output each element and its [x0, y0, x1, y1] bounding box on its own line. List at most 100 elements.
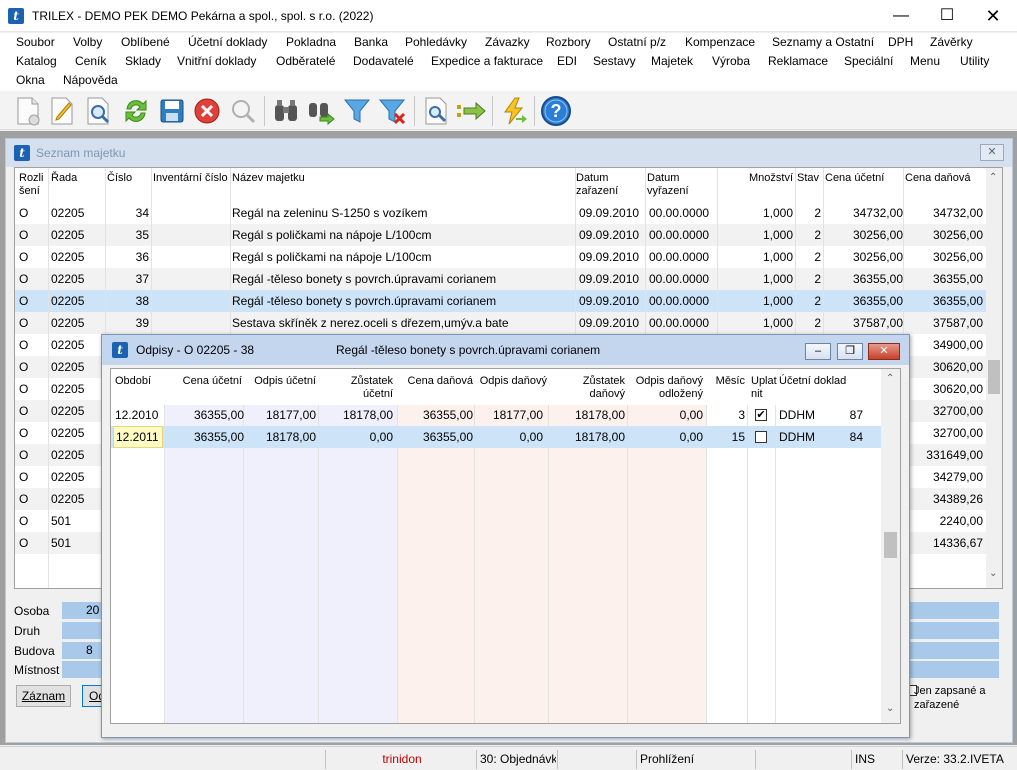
col-mnozstvi[interactable]: Množství: [741, 172, 793, 185]
menu-item-row2-11[interactable]: Reklamace: [768, 54, 828, 68]
col-odpis-danovy[interactable]: Odpis daňový: [475, 375, 547, 388]
menu-item-row2-13[interactable]: Menu: [910, 54, 940, 68]
table-row[interactable]: O 02205 34 Regál na zeleninu S-1250 s vozík…: [15, 202, 986, 224]
col-cislo[interactable]: Číslo: [107, 172, 132, 185]
menu-item-row2-7[interactable]: EDI: [557, 54, 577, 68]
menu-item-row1-4[interactable]: Pokladna: [286, 35, 336, 49]
col-cena-ucetni[interactable]: Cena účetní: [166, 375, 242, 388]
depreciation-close-button[interactable]: ✕: [868, 343, 900, 360]
menu-item-row2-5[interactable]: Dodavatelé: [353, 54, 414, 68]
asset-list-close-button[interactable]: ✕: [980, 144, 1004, 161]
save-icon[interactable]: [156, 95, 188, 127]
menu-item-row2-3[interactable]: Vnitřní doklady: [177, 54, 256, 68]
uplatnit-checkbox[interactable]: [755, 431, 767, 443]
table-row[interactable]: 12.2010 36355,00 18177,00 18178,00 36355,00 1…: [111, 404, 881, 426]
menu-item-row3-1[interactable]: Nápověda: [63, 73, 118, 87]
table-row[interactable]: O 02205 39 Sestava skříněk z nerez.oceli s …: [15, 312, 986, 334]
maximize-button[interactable]: ☐: [924, 0, 970, 32]
refresh-icon[interactable]: [120, 95, 152, 127]
help-icon[interactable]: ?: [540, 95, 572, 127]
col-datum-vyrazeni[interactable]: Datum vyřazení: [647, 172, 703, 198]
table-row[interactable]: 12.2011 36355,00 18178,00 0,00 36355,00 0,00 1…: [111, 426, 881, 448]
menu-item-row1-11[interactable]: Seznamy a Ostatní: [772, 35, 874, 49]
status-empty: [557, 750, 635, 769]
col-odpis-odlozeny[interactable]: Odpis daňový odložený: [633, 375, 703, 401]
col-rozliseni[interactable]: Rozli šení: [19, 172, 47, 198]
menu-item-row1-0[interactable]: Soubor: [16, 35, 55, 49]
cell-dv: 00.00.0000: [649, 250, 710, 264]
depreciation-table[interactable]: Období Cena účetní Odpis účetní Zůstatek…: [110, 368, 901, 724]
scroll-up-icon[interactable]: ⌃: [989, 172, 997, 183]
col-inventarni[interactable]: Inventární číslo: [153, 172, 228, 185]
filter-clear-icon[interactable]: [377, 95, 409, 127]
menu-item-row2-8[interactable]: Sestavy: [593, 54, 636, 68]
menu-item-row1-12[interactable]: DPH: [888, 35, 913, 49]
search-icon[interactable]: [227, 95, 259, 127]
col-obdobi[interactable]: Období: [115, 375, 151, 388]
col-cena-ucetni[interactable]: Cena účetní: [825, 172, 884, 185]
menu-item-row2-9[interactable]: Majetek: [651, 54, 693, 68]
col-datum-zarazeni[interactable]: Datum zařazení: [576, 172, 632, 198]
col-nazev[interactable]: Název majetku: [232, 172, 305, 185]
depreciation-scroll-thumb[interactable]: [884, 532, 897, 558]
table-row[interactable]: O 02205 38 Regál -těleso bonety s povrch.úp…: [15, 290, 986, 312]
col-odpis-ucetni[interactable]: Odpis účetní: [244, 375, 316, 388]
menu-item-row2-12[interactable]: Speciální: [844, 54, 893, 68]
menu-item-row1-6[interactable]: Pohledávky: [405, 35, 467, 49]
menu-item-row1-3[interactable]: Účetní doklady: [188, 35, 267, 49]
asset-table-scroll-thumb[interactable]: [988, 360, 1000, 394]
col-cena-danova[interactable]: Cena daňová: [399, 375, 473, 388]
col-rada[interactable]: Řada: [51, 172, 77, 185]
menu-item-row1-5[interactable]: Banka: [354, 35, 388, 49]
menu-item-row2-4[interactable]: Odběratelé: [276, 54, 335, 68]
table-row[interactable]: O 02205 36 Regál s poličkami na nápoje L/10…: [15, 246, 986, 268]
col-uplatnit[interactable]: Uplat nit: [751, 375, 777, 401]
cell-obdobi[interactable]: 12.2011: [113, 426, 163, 448]
menu-item-row1-13[interactable]: Závěrky: [930, 35, 973, 49]
window-app-icon: t: [14, 145, 30, 161]
col-mesic[interactable]: Měsíc: [709, 375, 745, 388]
close-button[interactable]: ✕: [970, 0, 1016, 32]
binoculars-next-icon[interactable]: [305, 95, 337, 127]
uplatnit-checkbox[interactable]: ✔: [755, 409, 767, 421]
minimize-button[interactable]: —: [878, 0, 924, 32]
scroll-down-icon[interactable]: ⌄: [989, 568, 997, 579]
col-stav[interactable]: Stav: [797, 172, 819, 185]
edit-document-icon[interactable]: [46, 95, 78, 127]
preview-document-icon[interactable]: [82, 95, 114, 127]
col-zustatek-ucetni[interactable]: Zůstatek účetní: [349, 375, 393, 401]
table-row[interactable]: O 02205 35 Regál s poličkami na nápoje L/10…: [15, 224, 986, 246]
arrow-right-icon[interactable]: [455, 95, 487, 127]
menu-item-row3-0[interactable]: Okna: [16, 73, 45, 87]
menu-item-row1-8[interactable]: Rozbory: [546, 35, 591, 49]
col-cena-danova[interactable]: Cena daňová: [905, 172, 970, 185]
cancel-icon[interactable]: [191, 95, 223, 127]
filter-icon[interactable]: [341, 95, 373, 127]
menu-item-row2-1[interactable]: Ceník: [75, 54, 106, 68]
binoculars-icon[interactable]: [270, 95, 302, 127]
menu-item-row2-10[interactable]: Výroba: [712, 54, 750, 68]
asset-table-scrollbar[interactable]: ⌃ ⌄: [986, 168, 1002, 588]
table-row[interactable]: O 02205 37 Regál -těleso bonety s povrch.úp…: [15, 268, 986, 290]
lightning-icon[interactable]: [498, 95, 530, 127]
menu-item-row2-0[interactable]: Katalog: [16, 54, 57, 68]
scroll-down-icon[interactable]: ⌄: [886, 703, 894, 714]
menu-item-row1-2[interactable]: Oblíbené: [121, 35, 170, 49]
cell-cislo: 37: [135, 272, 149, 286]
scroll-up-icon[interactable]: ⌃: [886, 373, 894, 384]
depreciation-restore-button[interactable]: ❐: [837, 343, 863, 360]
menu-item-row2-14[interactable]: Utility: [960, 54, 989, 68]
menu-item-row1-9[interactable]: Ostatní p/z: [608, 35, 666, 49]
zaznam-button[interactable]: Záznam: [16, 685, 71, 707]
col-ucetni-doklad[interactable]: Účetní doklad: [779, 375, 846, 388]
print-preview-icon[interactable]: [420, 95, 452, 127]
menu-item-row1-7[interactable]: Závazky: [485, 35, 530, 49]
menu-item-row2-2[interactable]: Sklady: [125, 54, 161, 68]
depreciation-minimize-button[interactable]: ‒: [805, 343, 831, 360]
menu-item-row1-10[interactable]: Kompenzace: [685, 35, 755, 49]
depreciation-table-scrollbar[interactable]: ⌃ ⌄: [881, 369, 900, 723]
new-document-icon[interactable]: [12, 95, 44, 127]
menu-item-row1-1[interactable]: Volby: [73, 35, 102, 49]
col-zustatek-danovy[interactable]: Zůstatek daňový: [581, 375, 625, 401]
menu-item-row2-6[interactable]: Expedice a fakturace: [431, 54, 543, 68]
